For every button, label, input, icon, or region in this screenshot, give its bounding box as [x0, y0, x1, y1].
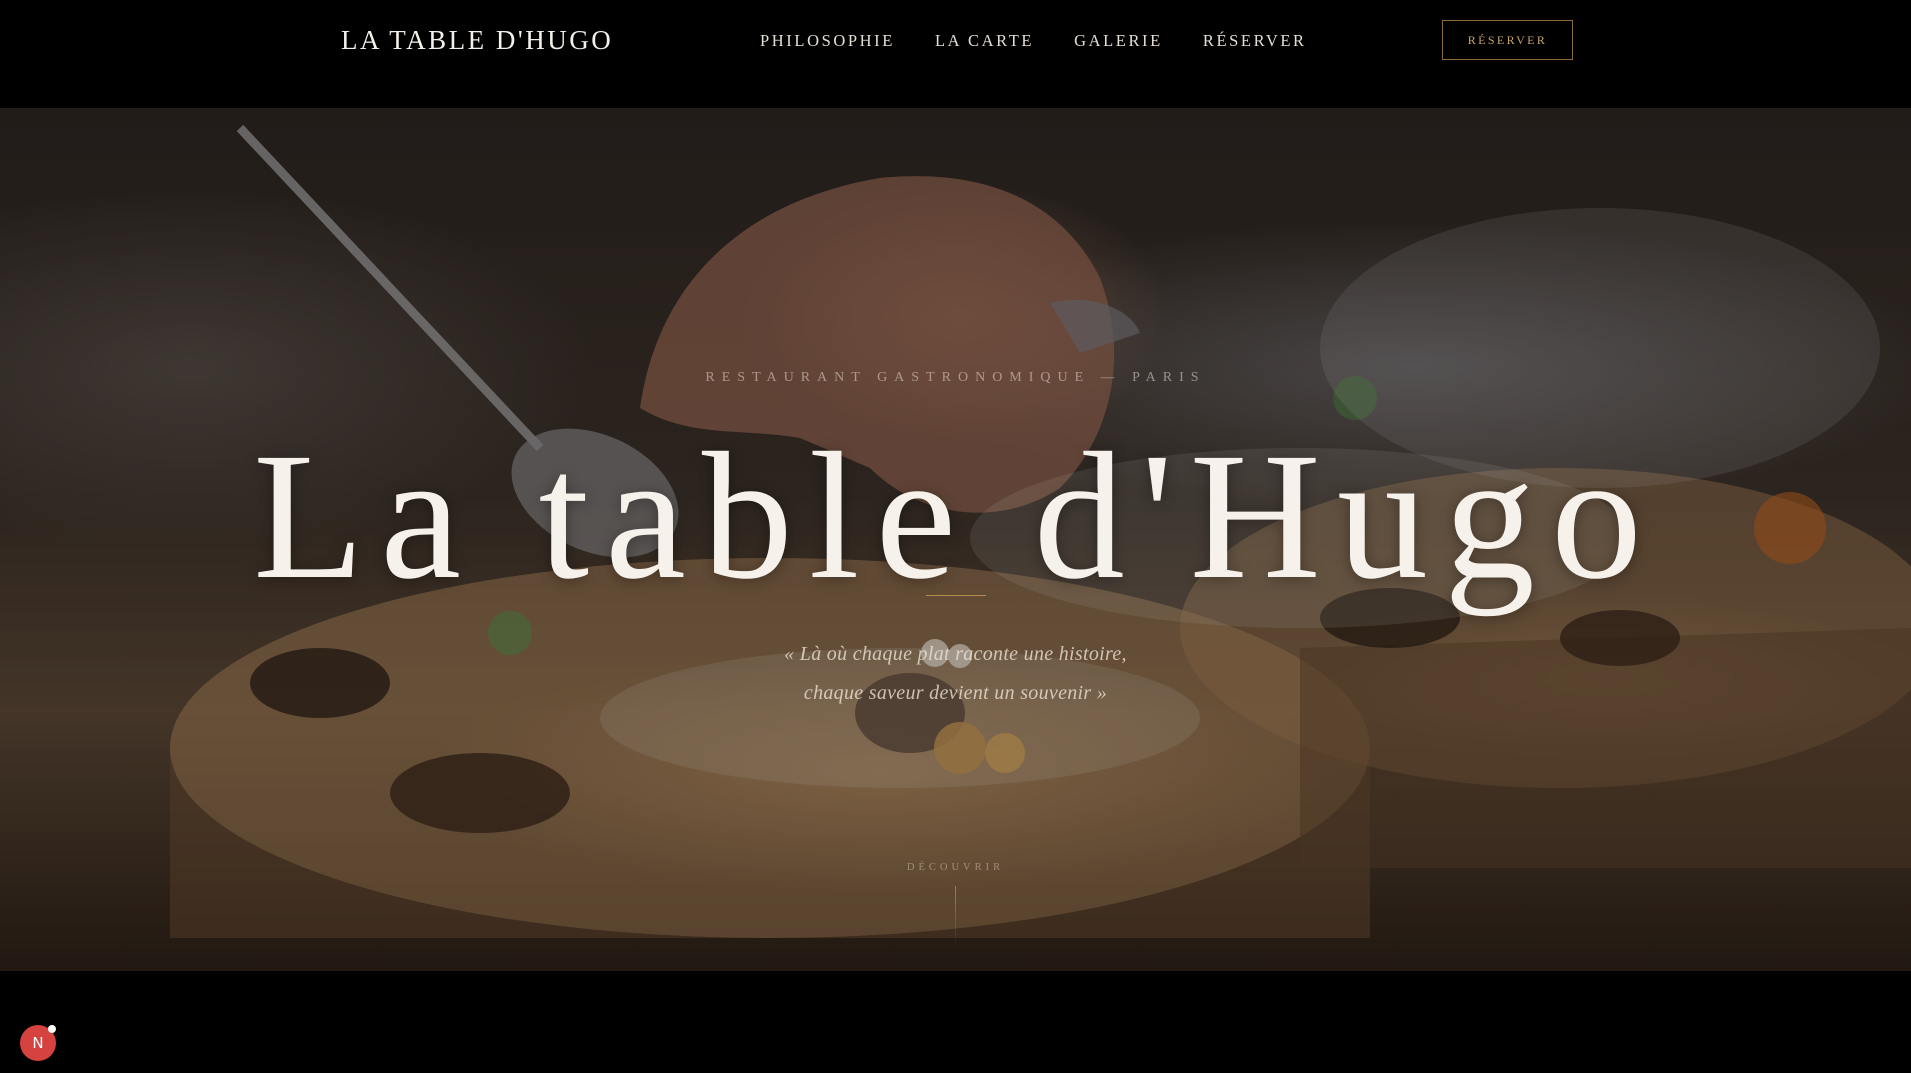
top-navigation-bar: LA TABLE D'HUGO PHILOSOPHIE LA CARTE GAL… — [0, 0, 1911, 108]
hero-kicker: RESTAURANT GASTRONOMIQUE — PARIS — [705, 370, 1206, 385]
hero-title: La table d'Hugo — [253, 416, 1658, 617]
nav-item-galerie[interactable]: GALERIE — [1074, 31, 1163, 51]
hero-quote-line-1: « Là où chaque plat raconte une histoire… — [784, 643, 1127, 665]
nav-item-la-carte[interactable]: LA CARTE — [935, 31, 1034, 51]
hero-divider — [926, 595, 986, 596]
badge-label: N — [32, 1034, 44, 1052]
discover-scroll-link[interactable]: DÉCOUVRIR — [0, 862, 1911, 873]
notification-badge-icon[interactable]: N — [20, 1025, 56, 1061]
hero-quote: « Là où chaque plat raconte une histoire… — [0, 635, 1911, 713]
scroll-indicator-line — [955, 886, 956, 946]
reserve-button[interactable]: RÉSERVER — [1442, 20, 1573, 60]
nav-item-philosophie[interactable]: PHILOSOPHIE — [760, 31, 895, 51]
badge-status-dot — [48, 1025, 56, 1033]
nav-item-reserver[interactable]: RÉSERVER — [1203, 31, 1307, 51]
main-nav: PHILOSOPHIE LA CARTE GALERIE RÉSERVER — [760, 31, 1307, 51]
brand-logo[interactable]: LA TABLE D'HUGO — [341, 25, 613, 56]
bottom-band — [0, 971, 1911, 1073]
hero-section: RESTAURANT GASTRONOMIQUE — PARIS La tabl… — [0, 108, 1911, 971]
hero-quote-line-2: chaque saveur devient un souvenir » — [803, 682, 1108, 704]
